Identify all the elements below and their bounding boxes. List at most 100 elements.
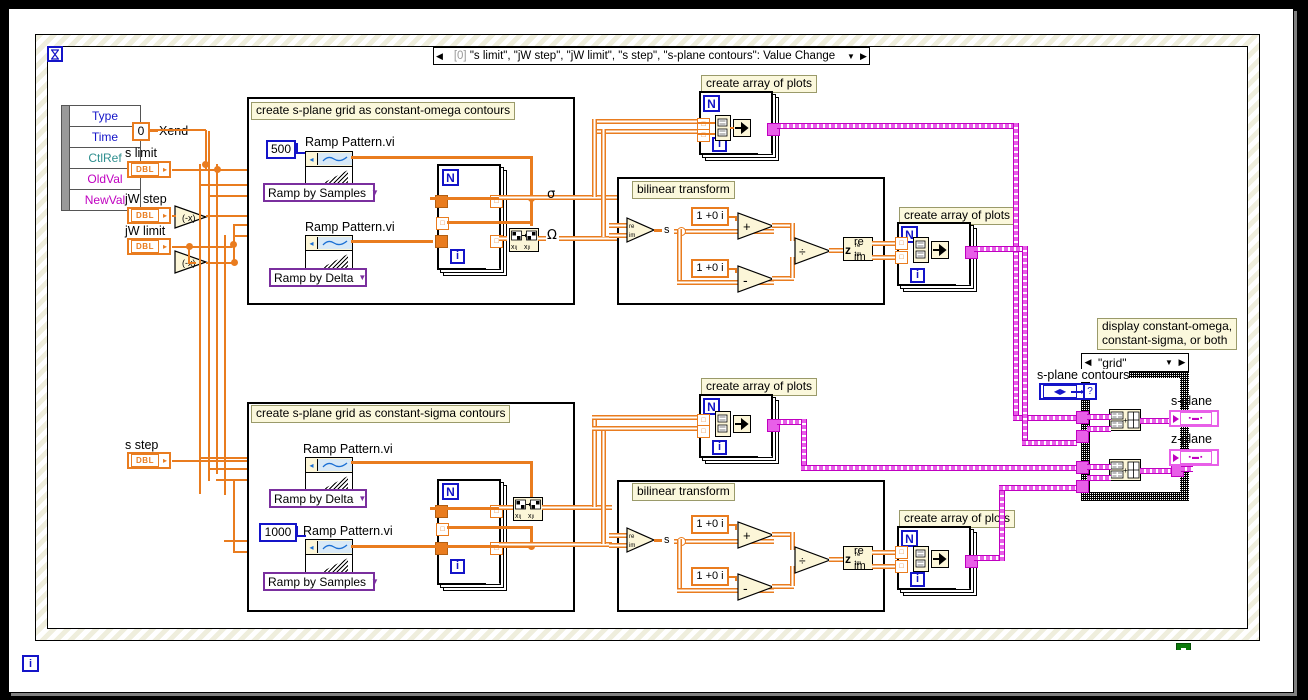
plot-loop-1-count-terminal[interactable]: N	[703, 95, 720, 112]
plot-loop-2-iteration-terminal[interactable]: i	[910, 268, 925, 283]
svg-text:ij: ij	[519, 514, 521, 519]
case-selector-terminal[interactable]: ?	[1083, 383, 1097, 400]
sigma-ring-bot-label: Ramp by Samples	[268, 574, 367, 589]
wire-pink-plot3-down	[801, 419, 807, 471]
z-plane-indicator[interactable]: ▪▬▪	[1169, 449, 1219, 466]
xend-constant[interactable]: 0	[132, 122, 150, 141]
wire-xend-right	[150, 129, 206, 131]
plot-loop-4-in-tunnel-1[interactable]: □	[895, 546, 908, 559]
plot-loop-4-iteration-terminal[interactable]: i	[910, 572, 925, 587]
omega-ring-top[interactable]: Ramp by Samples ▼	[263, 183, 379, 202]
wire-jwlimit-out	[172, 246, 232, 248]
wire-case-in-c	[1087, 464, 1111, 470]
negate-node-jw-step[interactable]: (-x)	[173, 204, 209, 230]
wire-pink-plot3-to-case	[801, 465, 1077, 471]
s-limit-type: DBL	[131, 163, 159, 176]
svg-text:(-x): (-x)	[182, 213, 196, 223]
diagram-canvas[interactable]: ◀ [0] "s limit", "jW step", "jW limit", …	[9, 9, 1293, 675]
sigma-loop-iteration-terminal[interactable]: i	[450, 559, 465, 574]
plot-loop-4-count-terminal[interactable]: N	[901, 530, 918, 547]
jw-limit-label: jW limit	[125, 224, 166, 238]
svg-text:+: +	[743, 219, 751, 234]
plot-loop-2-in-tunnel-1[interactable]: □	[895, 237, 908, 250]
transpose-2d-array-node-2[interactable]: x ij x ji	[513, 497, 543, 521]
z-plane-indicator-box: ▪▬▪	[1180, 451, 1212, 464]
status-bar-iteration-icon[interactable]: i	[22, 655, 39, 672]
event-case-text: "s limit", "jW step", "jW limit", "s ste…	[469, 50, 836, 62]
case-in-tunnel-4[interactable]	[1076, 480, 1089, 493]
event-prev-arrow[interactable]: ◀	[434, 48, 445, 64]
event-next-arrow[interactable]: ▶	[858, 48, 869, 64]
bundle-node-plot-3[interactable]	[715, 411, 731, 437]
bundle-node-plot-4[interactable]	[913, 546, 929, 572]
wire-plot1-bundle-b	[697, 133, 715, 135]
build-cluster-arrow-plot-3[interactable]	[733, 415, 751, 433]
s-step-terminal[interactable]: DBL ▸	[127, 452, 171, 469]
plot-loop-3-iteration-terminal[interactable]: i	[712, 440, 727, 455]
z-plane-indicator-label: z-plane	[1171, 432, 1212, 446]
wire-pink-plot4-to-case	[999, 485, 1077, 491]
jw-step-terminal[interactable]: DBL ▸	[127, 207, 171, 224]
sigma-loop-in-tunnel-3[interactable]	[435, 542, 448, 555]
plot-loop-2-in-tunnel-2[interactable]: □	[895, 251, 908, 264]
wire-s-limit-down	[216, 164, 218, 474]
svg-text:+: +	[1123, 466, 1128, 475]
s-label-top: s	[664, 224, 670, 236]
jw-limit-type: DBL	[131, 240, 159, 253]
event-data-type[interactable]: Type	[70, 106, 140, 127]
wire-plot1-bundle-c	[730, 127, 734, 129]
omega-loop-iteration-terminal[interactable]: i	[450, 249, 465, 264]
sigma-samples-constant[interactable]: 1000	[259, 523, 297, 542]
wire-plot1-up-b	[601, 129, 606, 237]
wire-bl-bot-in-a	[609, 533, 627, 538]
build-array-node-s-plane[interactable]: +	[1109, 409, 1141, 431]
xend-label: Xend	[159, 124, 189, 138]
event-case-dropdown-icon[interactable]: ▼	[844, 52, 858, 61]
event-case-selector[interactable]: ◀ [0] "s limit", "jW step", "jW limit", …	[433, 47, 870, 65]
sigma-ring-bot[interactable]: Ramp by Samples ▼	[263, 572, 379, 591]
bilinear-bottom-const-num[interactable]: 1 +0 i	[691, 515, 729, 534]
omega-samples-constant[interactable]: 500	[266, 140, 296, 159]
sigma-loop-in-tunnel-2[interactable]: □	[436, 523, 449, 536]
build-cluster-arrow-plot-1[interactable]	[733, 119, 751, 137]
omega-loop-in-tunnel-3[interactable]	[435, 235, 448, 248]
sigma-ring-top[interactable]: Ramp by Delta ▼	[269, 489, 367, 508]
s-plane-indicator[interactable]: ▪▬▪	[1169, 410, 1219, 427]
wire-pink-plot2-right	[974, 246, 1022, 252]
plot-loop-3-in-tunnel-2[interactable]: □	[697, 425, 710, 438]
wire-div-out-top	[829, 248, 843, 253]
bundle-node-plot-1[interactable]	[715, 115, 731, 141]
s-plane-indicator-arrow	[1173, 414, 1179, 423]
case-prev-arrow[interactable]: ◀	[1082, 357, 1094, 368]
build-cluster-arrow-plot-4[interactable]	[931, 550, 949, 568]
build-array-node-z-plane[interactable]: +	[1109, 459, 1141, 481]
svg-text:-: -	[743, 580, 748, 596]
bilinear-bottom-const-den[interactable]: 1 +0 i	[691, 567, 729, 586]
transpose-2d-array-node-1[interactable]: x ij x ji	[509, 228, 539, 252]
plot-loop-1-in-tunnel-2[interactable]: □	[697, 129, 710, 142]
comment-constant-omega: create s-plane grid as constant-omega co…	[251, 102, 516, 120]
svg-text:im: im	[629, 543, 635, 549]
svg-text:ji: ji	[527, 245, 530, 250]
wire-sigma-ramp1-out	[351, 461, 533, 464]
case-next-arrow[interactable]: ▶	[1176, 357, 1188, 368]
omega-loop-count-terminal[interactable]: N	[442, 169, 459, 186]
status-bar	[8, 650, 1294, 693]
wire-case-in-d	[1087, 475, 1111, 481]
sigma-loop-count-terminal[interactable]: N	[442, 483, 459, 500]
s-limit-terminal[interactable]: DBL ▸	[127, 161, 171, 178]
comment-bilinear-bottom: bilinear transform	[632, 483, 735, 501]
event-data-time[interactable]: Time	[70, 127, 140, 148]
svg-text:re: re	[629, 224, 635, 230]
svg-text:z: z	[845, 243, 851, 257]
case-dropdown-icon[interactable]: ▼	[1162, 358, 1176, 367]
bilinear-top-const-num[interactable]: 1 +0 i	[691, 207, 729, 226]
plot-loop-4-in-tunnel-2[interactable]: □	[895, 560, 908, 573]
jw-step-type: DBL	[131, 209, 159, 222]
bundle-node-plot-2[interactable]	[913, 237, 929, 263]
omega-ring-bot[interactable]: Ramp by Delta ▼	[269, 268, 367, 287]
bilinear-top-const-den[interactable]: 1 +0 i	[691, 259, 729, 278]
timeout-terminal-icon[interactable]	[47, 46, 63, 62]
build-cluster-arrow-plot-2[interactable]	[931, 241, 949, 259]
jw-limit-terminal[interactable]: DBL ▸	[127, 238, 171, 255]
